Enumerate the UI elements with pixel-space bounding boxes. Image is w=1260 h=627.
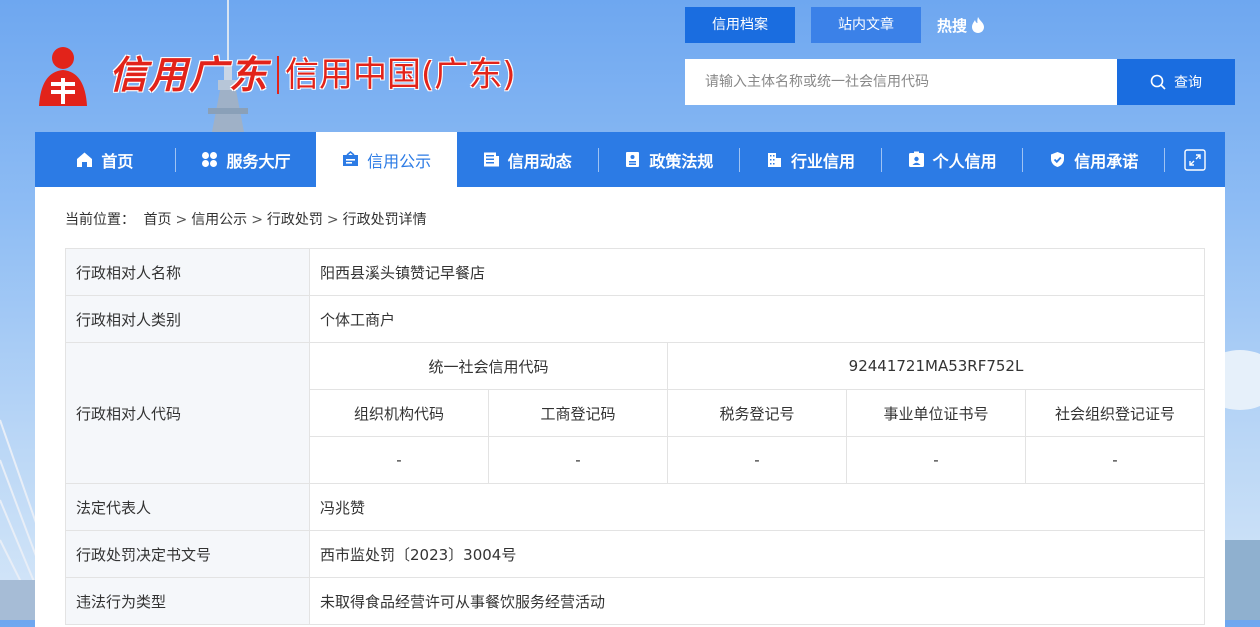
nav-item-credit-commitment[interactable]: 信用承诺 <box>1023 132 1164 187</box>
site-logo[interactable]: 信用广东 信用中国(广东) <box>35 40 516 110</box>
sub-header: 工商登记码 <box>488 389 668 437</box>
legal-rep-value: 冯兆赞 <box>309 483 1205 531</box>
nav-label: 信用动态 <box>507 151 572 171</box>
nav-item-service-hall[interactable]: 服务大厅 <box>176 132 317 187</box>
news-icon <box>483 152 499 167</box>
nav-label: 个人信用 <box>932 151 997 171</box>
field-label: 行政相对人名称 <box>65 248 310 296</box>
logo-calligraphy: 信用广东 <box>109 52 270 97</box>
nav-item-credit-publicity[interactable]: 信用公示 <box>316 132 457 187</box>
nav-label: 政策法规 <box>649 151 714 171</box>
nav-label: 行业信用 <box>791 151 856 171</box>
table-row: 行政相对人类别 个体工商户 <box>65 295 1205 343</box>
nav-item-credit-news[interactable]: 信用动态 <box>457 132 598 187</box>
table-row: 行政处罚决定书文号 西市监处罚〔2023〕3004号 <box>65 530 1205 578</box>
tab-credit-archive[interactable]: 信用档案 <box>685 7 795 43</box>
uscc-label: 统一社会信用代码 <box>309 342 668 390</box>
field-label: 行政处罚决定书文号 <box>65 530 310 578</box>
flame-icon <box>972 17 985 33</box>
hot-search-link[interactable]: 热搜 <box>937 15 985 36</box>
hot-search-label: 热搜 <box>937 16 968 35</box>
nav-label: 信用承诺 <box>1074 151 1139 171</box>
sub-value: - <box>667 436 847 484</box>
table-row: 法定代表人 冯兆赞 <box>65 483 1205 531</box>
notice-icon <box>343 151 359 166</box>
sub-header: 事业单位证书号 <box>846 389 1026 437</box>
decision-number-value: 西市监处罚〔2023〕3004号 <box>309 530 1205 578</box>
nav-label: 首页 <box>101 151 134 171</box>
breadcrumb-separator: > <box>175 212 188 228</box>
logo-separator <box>277 56 280 94</box>
main-nav: 首页 服务大厅 信用公示 信用动态 政策法规 行业信用 个人信用 信用承诺 <box>35 132 1225 187</box>
subject-name-value: 阳西县溪头镇赞记早餐店 <box>309 248 1205 296</box>
uscc-value: 92441721MA53RF752L <box>667 342 1205 390</box>
document-icon <box>626 152 640 167</box>
nav-item-policies[interactable]: 政策法规 <box>599 132 740 187</box>
search-button[interactable]: 查询 <box>1117 59 1235 105</box>
nav-label: 信用公示 <box>367 151 432 171</box>
field-label: 行政相对人代码 <box>65 342 310 484</box>
penalty-detail-table: 行政相对人名称 阳西县溪头镇赞记早餐店 行政相对人类别 个体工商户 行政相对人代… <box>65 248 1205 625</box>
subject-category-value: 个体工商户 <box>309 295 1205 343</box>
credit-emblem-icon <box>39 47 87 106</box>
search-bar: 查询 <box>685 59 1235 105</box>
table-row: 行政相对人代码 统一社会信用代码 92441721MA53RF752L <box>65 342 1205 484</box>
field-label: 法定代表人 <box>65 483 310 531</box>
field-label: 行政相对人类别 <box>65 295 310 343</box>
sub-value: - <box>488 436 668 484</box>
grid-icon <box>202 152 218 167</box>
id-card-icon <box>908 151 924 167</box>
sub-header: 税务登记号 <box>667 389 847 437</box>
breadcrumb-credit-publicity[interactable]: 信用公示 <box>191 212 247 228</box>
sub-header: 组织机构代码 <box>309 389 489 437</box>
search-tabs: 信用档案 站内文章 热搜 <box>685 7 985 43</box>
breadcrumb-home[interactable]: 首页 <box>143 212 171 228</box>
home-icon <box>77 152 93 167</box>
breadcrumb-separator: > <box>251 212 263 228</box>
breadcrumb-current: 行政处罚详情 <box>342 212 427 228</box>
sub-header: 社会组织登记证号 <box>1025 389 1205 437</box>
expand-icon <box>1184 148 1206 171</box>
violation-type-value: 未取得食品经营许可从事餐饮服务经营活动 <box>309 577 1205 625</box>
tab-site-articles[interactable]: 站内文章 <box>811 7 921 43</box>
sub-value: - <box>1025 436 1205 484</box>
search-button-label: 查询 <box>1174 75 1202 91</box>
nav-item-personal-credit[interactable]: 个人信用 <box>882 132 1023 187</box>
breadcrumb-separator: > <box>326 212 339 228</box>
building-icon <box>768 153 782 167</box>
logo-subtitle: 信用中国(广东) <box>285 55 516 95</box>
nav-label: 服务大厅 <box>226 151 291 171</box>
nav-item-industry-credit[interactable]: 行业信用 <box>740 132 881 187</box>
content-panel: 当前位置： 首页 > 信用公示 > 行政处罚 > 行政处罚详情 行政相对人名称 阳西县溪头镇… <box>35 187 1225 627</box>
breadcrumb-admin-penalty[interactable]: 行政处罚 <box>267 212 323 228</box>
search-input[interactable] <box>685 59 1117 105</box>
table-row: 违法行为类型 未取得食品经营许可从事餐饮服务经营活动 <box>65 577 1205 625</box>
sub-value: - <box>846 436 1026 484</box>
expand-nav-button[interactable] <box>1165 132 1225 187</box>
search-icon <box>1150 74 1166 90</box>
nav-item-home[interactable]: 首页 <box>35 132 175 187</box>
breadcrumb: 当前位置： 首页 > 信用公示 > 行政处罚 > 行政处罚详情 <box>65 209 431 229</box>
shield-check-icon <box>1051 152 1065 167</box>
breadcrumb-prefix: 当前位置： <box>65 212 135 228</box>
sub-value: - <box>309 436 489 484</box>
field-label: 违法行为类型 <box>65 577 310 625</box>
table-row: 行政相对人名称 阳西县溪头镇赞记早餐店 <box>65 248 1205 296</box>
